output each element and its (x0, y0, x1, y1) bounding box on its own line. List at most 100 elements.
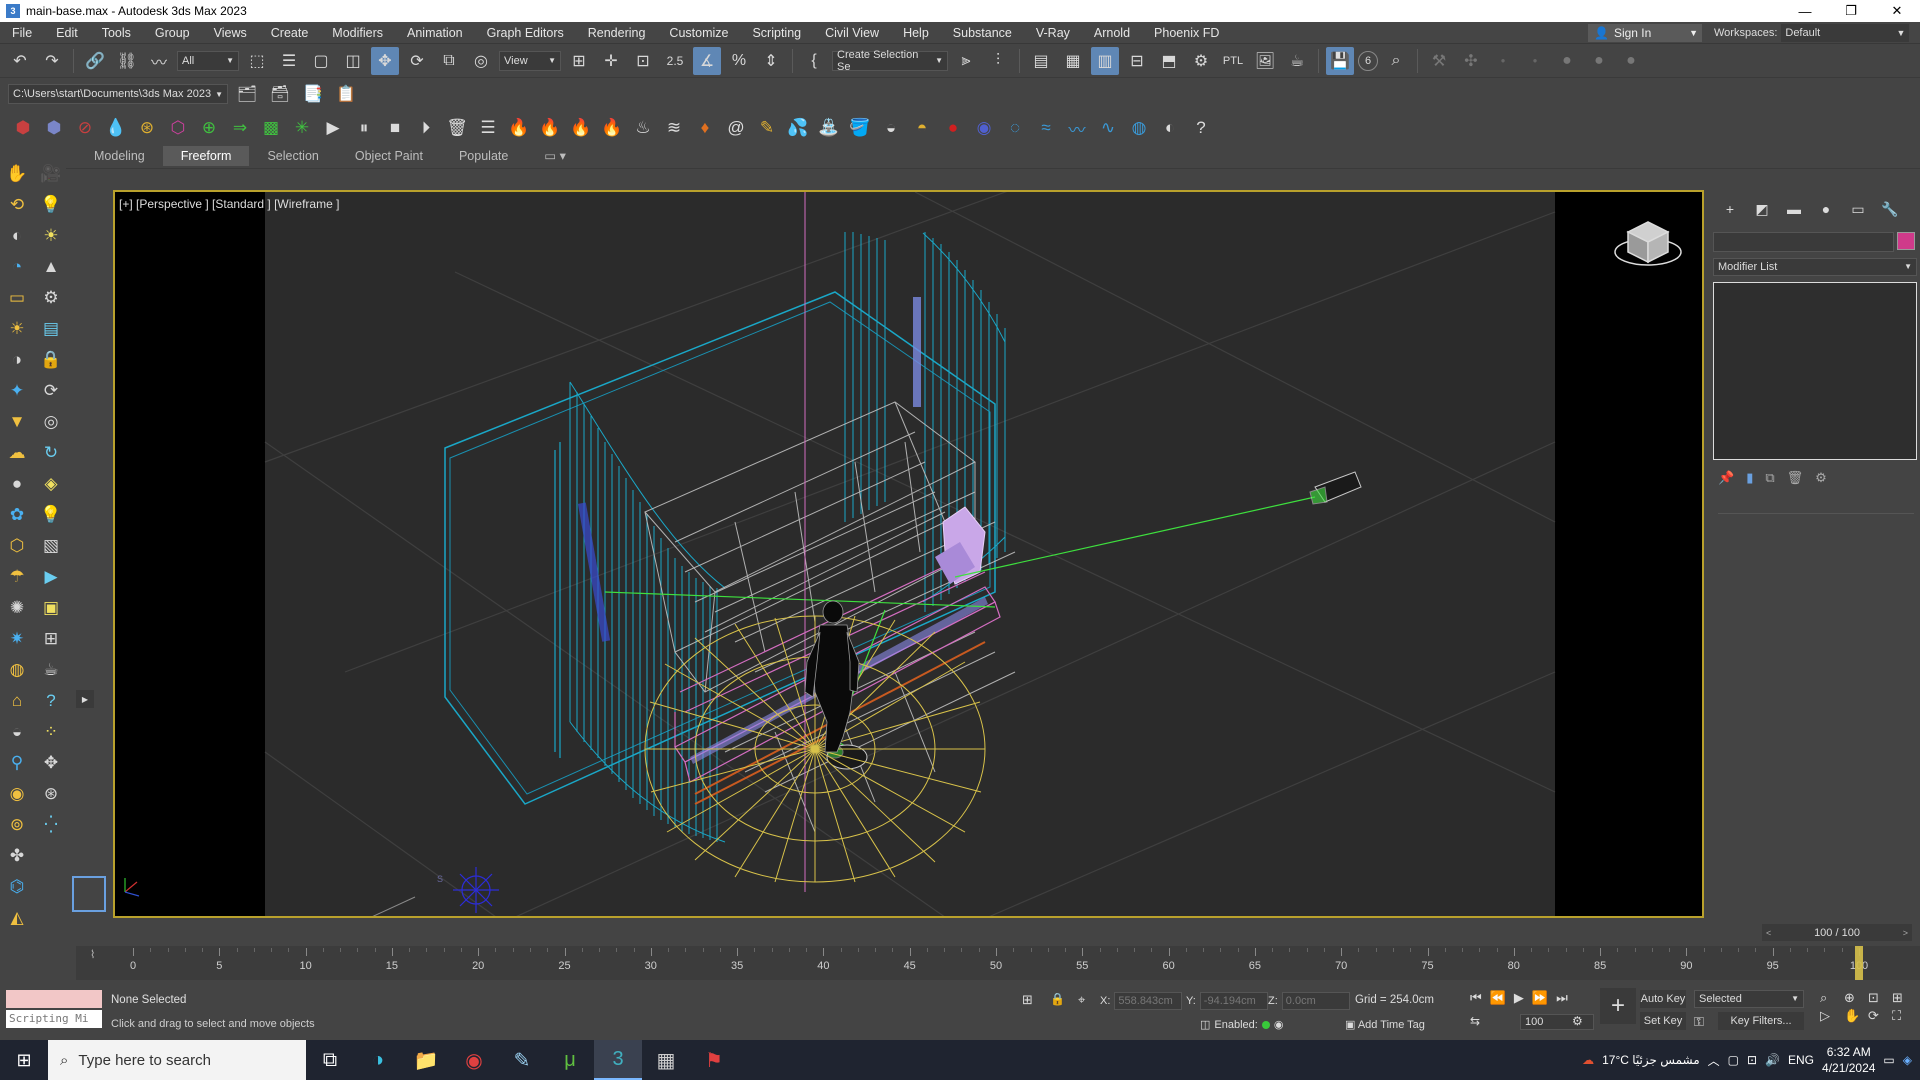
windows-start-icon[interactable]: ⊞ (0, 1040, 48, 1080)
weather-icon[interactable]: ☁ (1582, 1053, 1594, 1067)
spot-icon[interactable]: ▲ (38, 254, 64, 280)
play-animation-icon[interactable]: ▶ (1514, 990, 1524, 1006)
gear-icon[interactable]: ⚙ (38, 285, 64, 311)
maxscript-listener[interactable] (6, 990, 102, 1008)
onedrive-icon[interactable]: ▢ (1728, 1053, 1739, 1067)
vray-water-icon[interactable]: 💧 (103, 115, 129, 141)
replay-icon[interactable]: ⏵ (413, 115, 439, 141)
zoom-all-icon[interactable]: ⊕ (1844, 990, 1866, 1006)
curve-editor-icon[interactable]: ▥ (1091, 46, 1119, 75)
key-filter-icon[interactable]: ⚿ (1694, 1014, 1704, 1030)
create-particle-icon[interactable]: ☁ (4, 440, 30, 466)
trackbar[interactable]: 0510152025303540455055606570758085909510… (76, 946, 1920, 980)
volume-icon[interactable]: 🔊 (1765, 1053, 1780, 1067)
enabled-toggle-icon[interactable]: ◉ (1274, 1018, 1284, 1031)
create-terrain-icon[interactable]: ⌂ (4, 688, 30, 714)
create-railing-icon[interactable]: ✷ (4, 626, 30, 652)
set-key-big-icon[interactable]: + (1600, 988, 1636, 1024)
project-path-dropdown[interactable]: C:\Users\start\Documents\3ds Max 2023 ▼ (8, 84, 228, 104)
chrome-icon[interactable]: ◉ (450, 1040, 498, 1080)
menu-vray[interactable]: V-Ray (1024, 22, 1082, 44)
select-and-rotate-icon[interactable]: ⟳ (403, 47, 431, 75)
modify-tab-icon[interactable]: ◩ (1750, 198, 1774, 220)
menu-rendering[interactable]: Rendering (576, 22, 658, 44)
utorrent-icon[interactable]: μ (546, 1040, 594, 1080)
perspective-viewport[interactable]: [+] [Perspective ] [Standard ] [Wirefram… (113, 190, 1704, 918)
brush-icon[interactable]: ✎ (754, 115, 780, 141)
wave-circle-icon[interactable]: ◌ (1002, 115, 1028, 141)
link-icon[interactable]: 🔗 (81, 47, 109, 75)
tray-overflow-icon[interactable]: ︿ (1708, 1052, 1720, 1069)
network-icon[interactable]: ⊡ (1747, 1053, 1757, 1067)
film-icon[interactable]: ▶ (38, 564, 64, 590)
3dsmax-taskbar-icon[interactable]: 3 (594, 1040, 642, 1080)
create-door-icon[interactable]: ✿ (4, 502, 30, 528)
select-and-place-icon[interactable]: ◎ (467, 47, 495, 75)
select-and-scale-icon[interactable]: ⧉ (435, 47, 463, 75)
undo-icon[interactable]: ↶ (6, 47, 34, 75)
weather-text[interactable]: 17°C مشمس جزئيًا (1602, 1053, 1700, 1067)
swirl-icon[interactable]: @ (723, 115, 749, 141)
project-new-icon[interactable]: 🗃 (266, 80, 294, 108)
vray-sun-icon[interactable]: ⊛ (134, 115, 160, 141)
film-icon[interactable]: ▣ (38, 595, 64, 621)
globe-icon[interactable]: ◍ (1126, 115, 1152, 141)
previous-frame-icon[interactable]: ⏪ (1490, 990, 1506, 1006)
auto-key-button[interactable]: Auto Key (1640, 990, 1686, 1008)
viewport-label[interactable]: [+] [Perspective ] [Standard ] [Wirefram… (119, 197, 339, 211)
menu-tools[interactable]: Tools (90, 22, 143, 44)
create-spring-icon[interactable]: ⚲ (4, 750, 30, 776)
spinner-snap-icon[interactable]: ⇕ (757, 47, 785, 75)
viewport-layout-preview[interactable] (72, 876, 106, 912)
vray-burst-icon[interactable]: ✳ (289, 115, 315, 141)
create-camera-icon[interactable]: ▭ (4, 285, 30, 311)
edit-named-selection-icon[interactable]: { (800, 47, 828, 75)
waves-icon[interactable]: ∿ (1095, 115, 1121, 141)
schematic-view-icon[interactable]: ⊟ (1123, 47, 1151, 75)
reference-coordinate-dropdown[interactable]: View ▼ (499, 50, 561, 71)
minimize-icon[interactable]: — (1782, 0, 1828, 22)
project-settings-icon[interactable]: 📋 (332, 80, 360, 108)
menu-substance[interactable]: Substance (941, 22, 1024, 44)
create-hose-icon[interactable]: ◒ (4, 719, 30, 745)
taskbar-clock[interactable]: 6:32 AM 4/21/2024 (1822, 1044, 1875, 1076)
create-plane-icon[interactable]: ◐ (4, 223, 30, 249)
sun-water-icon[interactable]: ◓ (909, 115, 935, 141)
red-sphere-icon[interactable]: ● (940, 115, 966, 141)
layer-explorer-icon[interactable]: ▤ (1027, 47, 1055, 75)
object-name-field[interactable] (1713, 232, 1894, 252)
create-box-icon[interactable]: ✋ (4, 161, 30, 187)
menu-create[interactable]: Create (259, 22, 321, 44)
percent-snap-icon[interactable]: % (725, 47, 753, 75)
zoom-icon[interactable]: ⌕ (1820, 990, 1842, 1006)
flame-icon[interactable]: ♦ (692, 115, 718, 141)
create-stairs-icon[interactable]: ☂ (4, 564, 30, 590)
enabled-indicator[interactable] (1261, 1020, 1270, 1029)
create-window-icon[interactable]: ⬡ (4, 533, 30, 559)
snap-toggle-icon[interactable]: ⊡ (629, 47, 657, 75)
stop-icon[interactable]: ■ (382, 115, 408, 141)
menu-civil-view[interactable]: Civil View (813, 22, 891, 44)
bulb-icon[interactable]: 💡 (38, 502, 64, 528)
ocean-icon[interactable]: ≈ (1033, 115, 1059, 141)
render-production-icon[interactable]: ☕ (1283, 47, 1311, 75)
notifications-icon[interactable]: ▭ (1883, 1053, 1894, 1067)
bucket-icon[interactable]: 🪣 (847, 115, 873, 141)
save-render-icon[interactable]: 💾 (1326, 46, 1354, 75)
trackbar-playhead[interactable] (1855, 946, 1863, 980)
orbit-icon[interactable]: ⟳ (1868, 1008, 1890, 1024)
zoom-extents-icon[interactable]: ⊡ (1868, 990, 1890, 1006)
close-icon[interactable]: ✕ (1874, 0, 1920, 22)
pour-icon[interactable]: ⛲ (816, 115, 842, 141)
smoke-icon[interactable]: ♨ (630, 115, 656, 141)
go-to-end-icon[interactable]: ⏭ (1556, 990, 1568, 1006)
maxscript-input[interactable]: Scripting Mi (6, 1010, 102, 1028)
hierarchy-tab-icon[interactable]: ▬ (1782, 198, 1806, 220)
vray-fur-icon[interactable]: ⊘ (72, 115, 98, 141)
trash-icon[interactable]: 🗑 (444, 115, 470, 141)
box-icon[interactable]: ⬢ (10, 115, 36, 141)
fire-icon[interactable]: 🔥 (599, 115, 625, 141)
menu-group[interactable]: Group (143, 22, 202, 44)
time-slider[interactable]: < 100 / 100 > (1762, 924, 1912, 941)
menu-customize[interactable]: Customize (657, 22, 740, 44)
